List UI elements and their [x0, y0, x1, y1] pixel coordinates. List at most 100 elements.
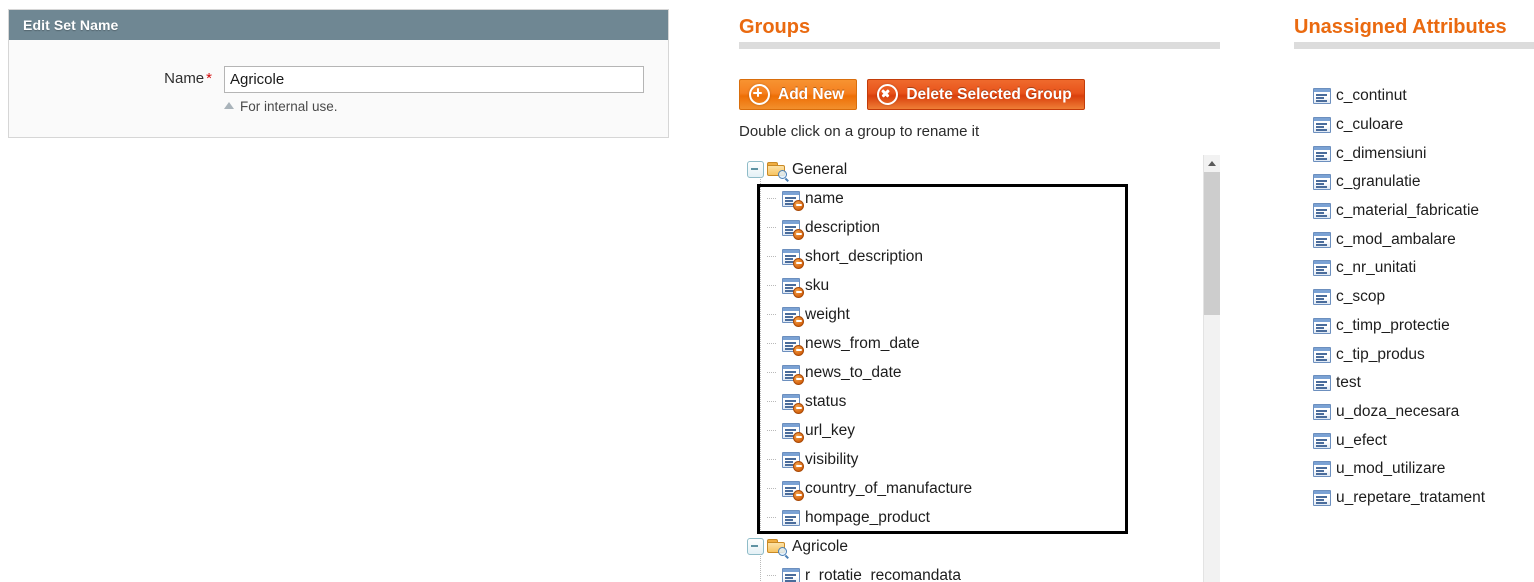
attribute-icon [782, 509, 800, 526]
tree-attribute-label: weight [805, 305, 850, 323]
tree-attribute-row[interactable]: hompage_product [739, 503, 1204, 532]
tree-attribute-label: news_to_date [805, 363, 902, 381]
unassigned-attribute-row[interactable]: c_tip_produs [1313, 340, 1485, 369]
unassigned-attribute-row[interactable]: u_efect [1313, 426, 1485, 455]
tree-elbow [767, 459, 777, 460]
scroll-up-arrow-icon[interactable] [1204, 155, 1220, 171]
tree-attribute-label: status [805, 392, 847, 410]
tree-attribute-row[interactable]: news_to_date [739, 358, 1204, 387]
unassigned-attribute-row[interactable]: c_timp_protectie [1313, 312, 1485, 341]
groups-tree[interactable]: General name description short_descriptions… [739, 155, 1221, 582]
unassigned-attribute-label: u_doza_necesara [1336, 402, 1460, 420]
add-new-group-button[interactable]: Add New [739, 79, 858, 110]
tree-attribute-label: name [805, 189, 844, 207]
groups-toolbar: Add New Delete Selected Group [739, 79, 1085, 110]
tree-attribute-row[interactable]: news_from_date [739, 329, 1204, 358]
groups-tree-content: General name description short_descriptions… [739, 155, 1204, 582]
attribute-icon [1313, 231, 1331, 248]
tree-attribute-row[interactable]: url_key [739, 416, 1204, 445]
unassigned-attributes-heading: Unassigned Attributes [1294, 16, 1507, 38]
unassigned-attribute-label: c_dimensiuni [1336, 144, 1427, 162]
tree-attribute-row[interactable]: visibility [739, 445, 1204, 474]
unassigned-attribute-label: c_tip_produs [1336, 345, 1425, 363]
edit-set-name-header: Edit Set Name [9, 10, 668, 40]
tree-elbow [767, 575, 777, 576]
delete-selected-group-label: Delete Selected Group [906, 85, 1072, 103]
unassigned-attribute-row[interactable]: u_doza_necesara [1313, 398, 1485, 427]
delete-selected-group-button[interactable]: Delete Selected Group [867, 79, 1085, 110]
add-new-group-label: Add New [778, 85, 845, 103]
edit-set-name-body: Name* For internal use. [9, 40, 668, 138]
scrollbar-thumb[interactable] [1204, 172, 1220, 315]
unassigned-heading-rule [1294, 42, 1534, 49]
unassigned-attribute-label: test [1336, 374, 1361, 392]
unassigned-attribute-row[interactable]: c_culoare [1313, 111, 1485, 140]
unassigned-attribute-row[interactable]: c_scop [1313, 283, 1485, 312]
tree-group-block: General name description short_descriptions… [739, 155, 1204, 534]
tree-group-label: General [792, 160, 848, 178]
tree-group-label: Agricole [792, 537, 848, 555]
tree-attribute-row[interactable]: description [739, 213, 1204, 242]
tree-elbow [767, 343, 777, 344]
attribute-icon [1313, 375, 1331, 392]
system-attribute-icon [782, 393, 804, 414]
unassigned-attribute-row[interactable]: c_mod_ambalare [1313, 225, 1485, 254]
folder-search-icon [767, 161, 787, 179]
unassigned-attribute-row[interactable]: u_mod_utilizare [1313, 455, 1485, 484]
tree-attribute-row[interactable]: short_description [739, 242, 1204, 271]
groups-heading-rule [739, 42, 1220, 49]
tree-attribute-label: country_of_manufacture [805, 479, 973, 497]
attribute-icon [1313, 403, 1331, 420]
unassigned-attribute-row[interactable]: c_nr_unitati [1313, 254, 1485, 283]
tree-elbow [767, 372, 777, 373]
unassigned-attribute-label: c_granulatie [1336, 173, 1421, 191]
tree-group-block: Agricole r_rotatie_recomandata [739, 532, 1204, 582]
unassigned-attribute-row[interactable]: u_repetare_tratament [1313, 484, 1485, 513]
tree-attribute-row[interactable]: country_of_manufacture [739, 474, 1204, 503]
tree-group-row[interactable]: General [739, 155, 1204, 184]
info-triangle-icon [224, 102, 234, 109]
system-attribute-icon [782, 306, 804, 327]
attribute-icon [782, 567, 800, 582]
attribute-icon [1313, 432, 1331, 449]
system-attribute-icon [782, 248, 804, 269]
system-attribute-icon [782, 451, 804, 472]
unassigned-attribute-row[interactable]: c_continut [1313, 82, 1485, 111]
unassigned-attribute-row[interactable]: c_granulatie [1313, 168, 1485, 197]
name-field-column: For internal use. [224, 66, 668, 114]
tree-attribute-row[interactable]: status [739, 387, 1204, 416]
tree-attribute-row[interactable]: name [739, 184, 1204, 213]
set-name-input[interactable] [224, 66, 644, 93]
name-label-text: Name [164, 70, 205, 87]
unassigned-attribute-label: u_mod_utilizare [1336, 460, 1446, 478]
edit-set-name-panel: Edit Set Name Name* For internal use. [8, 9, 669, 138]
attribute-icon [1313, 117, 1331, 134]
groups-tree-scrollbar[interactable] [1203, 155, 1220, 582]
unassigned-attribute-row[interactable]: c_material_fabricatie [1313, 197, 1485, 226]
tree-elbow [767, 256, 777, 257]
name-field-label: Name * [9, 66, 224, 87]
unassigned-attribute-row[interactable]: test [1313, 369, 1485, 398]
groups-heading: Groups [739, 16, 811, 38]
tree-collapse-toggle-icon[interactable] [747, 161, 764, 178]
unassigned-attribute-label: c_continut [1336, 87, 1407, 105]
attribute-icon [1313, 203, 1331, 220]
system-attribute-icon [782, 422, 804, 443]
tree-attribute-row[interactable]: r_rotatie_recomandata [739, 561, 1204, 582]
system-attribute-icon [782, 364, 804, 385]
tree-group-row[interactable]: Agricole [739, 532, 1204, 561]
tree-collapse-toggle-icon[interactable] [747, 538, 764, 555]
tree-elbow [767, 227, 777, 228]
attribute-icon [1313, 88, 1331, 105]
attribute-icon [1313, 461, 1331, 478]
tree-elbow [767, 314, 777, 315]
attribute-icon [1313, 145, 1331, 162]
unassigned-attribute-label: u_efect [1336, 431, 1387, 449]
tree-attribute-row[interactable]: sku [739, 271, 1204, 300]
system-attribute-icon [782, 480, 804, 501]
tree-attribute-label: url_key [805, 421, 855, 439]
tree-attribute-label: hompage_product [805, 508, 930, 526]
unassigned-attribute-row[interactable]: c_dimensiuni [1313, 139, 1485, 168]
tree-attribute-row[interactable]: weight [739, 300, 1204, 329]
tree-attribute-label: sku [805, 276, 830, 294]
